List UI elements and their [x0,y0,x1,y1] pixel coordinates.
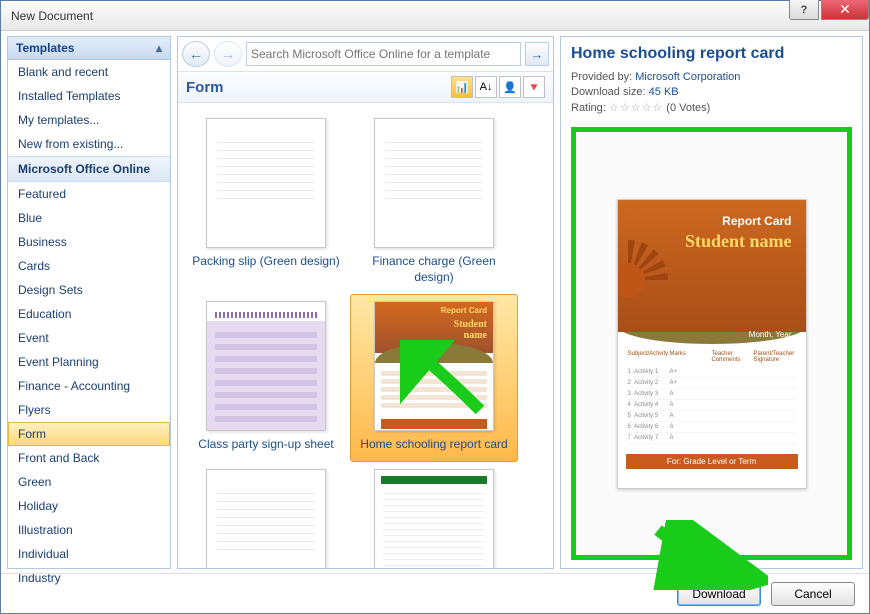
category-item[interactable]: Business [8,230,170,254]
view-sort-icon[interactable]: 📊 [451,76,473,98]
preview-month: Month, Year [618,328,806,341]
user-icon[interactable]: 👤 [499,76,521,98]
template-item[interactable]: Class party sign-up sheet [182,294,350,462]
category-item[interactable]: Installed Templates [8,84,170,108]
category-item[interactable]: Event [8,326,170,350]
details-panel: Home schooling report card Provided by: … [560,36,863,569]
templates-scroll[interactable]: Packing slip (Green design) Finance charg… [178,103,553,568]
rating-stars: ☆☆☆☆☆ [609,101,663,114]
category-item[interactable]: Front and Back [8,446,170,470]
help-button[interactable]: ? [789,0,819,20]
rating-votes: (0 Votes) [666,102,710,114]
template-label: Finance charge (Green design) [355,254,513,285]
category-item[interactable]: Blank and recent [8,60,170,84]
template-thumbnail: Report CardStudentname [374,301,494,431]
category-list: Blank and recentInstalled TemplatesMy te… [8,60,170,590]
template-preview: Report Card Student name Month, Year Sub… [617,199,807,489]
preview-table-row: 3 Activity 3A [628,389,796,400]
search-go-button[interactable]: → [525,42,549,66]
template-item[interactable]: Report CardStudentname Home schooling rep… [350,294,518,462]
search-input[interactable] [246,42,521,66]
template-item[interactable]: Packing slip (Green design) [182,111,350,294]
category-item[interactable]: Microsoft Office Online [8,156,170,182]
category-item[interactable]: Event Planning [8,350,170,374]
category-item[interactable]: Form [8,422,170,446]
cancel-button[interactable]: Cancel [771,582,855,606]
preview-table-row: 6 Activity 6A [628,422,796,433]
preview-heading: Report Card [618,200,806,232]
download-size-label: Download size: [571,86,646,98]
download-size-value: 45 KB [649,86,679,98]
category-item[interactable]: Cards [8,254,170,278]
preview-table-row: 5 Activity 5A [628,411,796,422]
template-label: Home schooling report card [356,437,511,453]
category-item[interactable]: Blue [8,206,170,230]
download-button[interactable]: Download [677,582,761,606]
filter-icon[interactable]: 🔻 [523,76,545,98]
rating-label: Rating: [571,102,606,114]
preview-footer: For: Grade Level or Term [626,454,798,469]
nav-forward-button[interactable]: → [214,41,242,67]
category-item[interactable]: Featured [8,182,170,206]
preview-table-row: 2 Activity 2A+ [628,378,796,389]
template-thumbnail [206,301,326,431]
template-thumbnail [206,118,326,248]
category-item[interactable]: My templates... [8,108,170,132]
category-item[interactable]: Education [8,302,170,326]
category-item[interactable]: New from existing... [8,132,170,156]
template-label: Packing slip (Green design) [188,254,343,270]
template-thumbnail [206,469,326,568]
category-item[interactable]: Holiday [8,494,170,518]
window-title: New Document [5,9,93,23]
templates-panel: ← → → Form 📊 A↓ 👤 🔻 Packing slip (Green … [177,36,554,569]
sidebar-header[interactable]: Templates [8,37,170,60]
template-thumbnail [374,118,494,248]
preview-table-row: 4 Activity 4A [628,400,796,411]
category-item[interactable]: Green [8,470,170,494]
nav-back-button[interactable]: ← [182,41,210,67]
titlebar: New Document ? ✕ [1,1,869,31]
category-item[interactable]: Individual [8,542,170,566]
template-label: Class party sign-up sheet [194,437,337,453]
close-button[interactable]: ✕ [821,0,869,20]
template-item[interactable]: School field trip permission slip [182,462,350,568]
details-title: Home schooling report card [571,45,852,63]
category-sidebar: Templates Blank and recentInstalled Temp… [7,36,171,569]
provided-by-value: Microsoft Corporation [635,71,740,83]
category-item[interactable]: Illustration [8,518,170,542]
preview-table-row: 7 Activity 7A [628,433,796,444]
template-item[interactable]: Field trip permission slip [350,462,518,568]
provided-by-label: Provided by: [571,71,632,83]
dialog-footer: Download Cancel [1,573,869,613]
category-item[interactable]: Design Sets [8,278,170,302]
template-item[interactable]: Finance charge (Green design) [350,111,518,294]
sort-az-icon[interactable]: A↓ [475,76,497,98]
new-document-dialog: New Document ? ✕ Templates Blank and rec… [0,0,870,614]
preview-highlight-box: Report Card Student name Month, Year Sub… [571,127,852,560]
template-thumbnail [374,469,494,568]
preview-table-row: 1 Activity 1A+ [628,367,796,378]
section-title: Form [186,79,224,96]
category-item[interactable]: Finance - Accounting [8,374,170,398]
category-item[interactable]: Flyers [8,398,170,422]
